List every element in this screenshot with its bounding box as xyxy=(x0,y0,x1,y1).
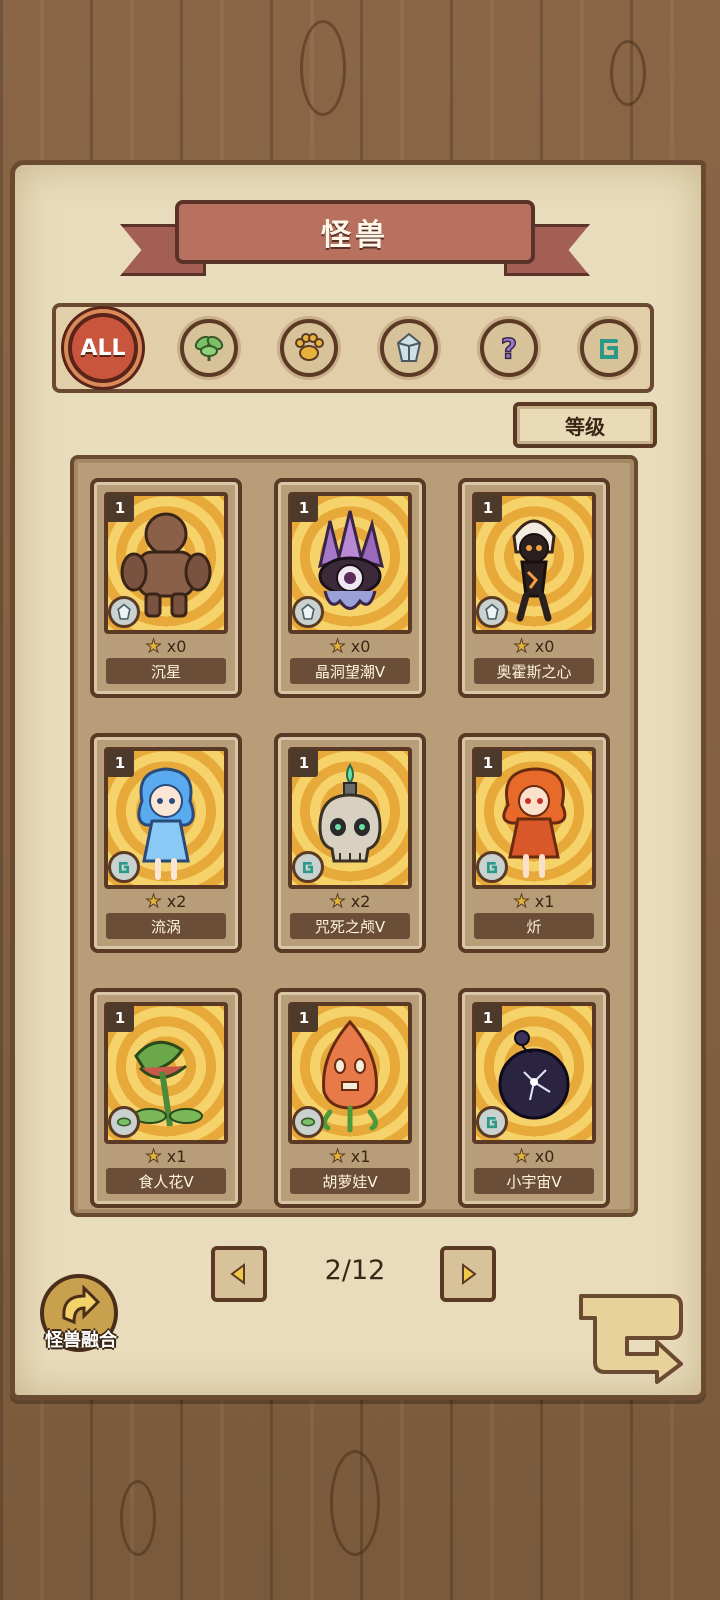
count-text: x0 xyxy=(166,637,187,656)
level-badge: 1 xyxy=(474,494,502,522)
star-count: ★ x1 xyxy=(278,1146,422,1168)
sort-label: 等级 xyxy=(565,414,605,439)
next-page-button[interactable] xyxy=(440,1246,496,1302)
crystal-icon xyxy=(476,596,508,628)
card-name: 炘 xyxy=(474,913,594,939)
card-name: 小宇宙V xyxy=(474,1168,594,1194)
wood-knot xyxy=(610,40,646,106)
banner-band: 怪兽 xyxy=(175,200,535,264)
chevron-left-icon xyxy=(230,1263,245,1285)
filter-crystal-button[interactable] xyxy=(380,319,438,377)
prev-page-button[interactable] xyxy=(211,1246,267,1302)
level-badge: 1 xyxy=(474,749,502,777)
count-text: x1 xyxy=(350,1147,371,1166)
count-text: x2 xyxy=(166,892,187,911)
star-icon: ★ xyxy=(513,1146,530,1168)
svg-text:?: ? xyxy=(501,332,517,365)
count-text: x0 xyxy=(534,1147,555,1166)
monster-card[interactable]: 1 ★ x0 沉星 xyxy=(90,478,242,698)
leaf-icon xyxy=(292,1106,324,1138)
fusion-label: 怪兽融合 xyxy=(45,1330,117,1351)
leaf-icon xyxy=(194,335,224,361)
question-icon: ? xyxy=(500,331,518,365)
spiral-icon xyxy=(292,851,324,883)
paw-icon xyxy=(295,333,324,361)
star-icon: ★ xyxy=(145,636,162,658)
star-count: ★ x0 xyxy=(278,636,422,658)
spiral-icon xyxy=(600,339,618,359)
count-text: x2 xyxy=(350,892,371,911)
level-badge: 1 xyxy=(290,494,318,522)
card-name: 食人花V xyxy=(106,1168,226,1194)
title-banner: 怪兽 xyxy=(120,192,590,292)
crystal-icon xyxy=(396,332,422,362)
level-badge: 1 xyxy=(474,1004,502,1032)
star-count: ★ x0 xyxy=(462,636,606,658)
star-count: ★ x0 xyxy=(462,1146,606,1168)
sort-level-button[interactable]: 等级 xyxy=(513,402,657,448)
star-count: ★ x1 xyxy=(94,1146,238,1168)
star-icon: ★ xyxy=(329,636,346,658)
count-text: x1 xyxy=(534,892,555,911)
back-button[interactable] xyxy=(575,1288,687,1384)
level-badge: 1 xyxy=(290,1004,318,1032)
wood-knot xyxy=(330,1450,380,1556)
star-icon: ★ xyxy=(329,891,346,913)
card-name: 胡萝娃V xyxy=(290,1168,410,1194)
chevron-right-icon xyxy=(462,1263,477,1285)
filter-beast-button[interactable] xyxy=(280,319,338,377)
leaf-icon xyxy=(108,1106,140,1138)
monster-card[interactable]: 1 ★ x0 奥霍斯之心 xyxy=(458,478,610,698)
monster-card[interactable]: 1 ★ x2 咒死之颅V xyxy=(274,733,426,953)
crystal-icon xyxy=(108,596,140,628)
card-name: 晶洞望潮V xyxy=(290,658,410,684)
return-arrow-icon xyxy=(579,1294,683,1384)
star-icon: ★ xyxy=(145,891,162,913)
star-icon: ★ xyxy=(513,891,530,913)
monster-card[interactable]: 1 ★ x1 食人花V xyxy=(90,988,242,1208)
spiral-icon xyxy=(108,851,140,883)
filter-all-label: ALL xyxy=(80,335,126,361)
spiral-icon xyxy=(476,851,508,883)
star-count: ★ x0 xyxy=(94,636,238,658)
star-icon: ★ xyxy=(513,636,530,658)
filter-bar: ALL ? xyxy=(52,303,654,393)
card-name: 咒死之颅V xyxy=(290,913,410,939)
star-icon: ★ xyxy=(145,1146,162,1168)
filter-all-button[interactable]: ALL xyxy=(68,313,138,383)
wood-knot xyxy=(300,20,346,116)
wood-knot xyxy=(120,1480,156,1556)
filter-mystic-button[interactable] xyxy=(580,319,638,377)
card-name: 沉星 xyxy=(106,658,226,684)
monster-card[interactable]: 1 ★ x0 小宇宙V xyxy=(458,988,610,1208)
spiral-icon xyxy=(476,1106,508,1138)
monster-card[interactable]: 1 ★ x2 流涡 xyxy=(90,733,242,953)
star-icon: ★ xyxy=(329,1146,346,1168)
card-name: 流涡 xyxy=(106,913,226,939)
level-badge: 1 xyxy=(106,494,134,522)
star-count: ★ x1 xyxy=(462,891,606,913)
count-text: x1 xyxy=(166,1147,187,1166)
filter-plant-button[interactable] xyxy=(180,319,238,377)
crystal-icon xyxy=(292,596,324,628)
monster-card[interactable]: 1 ★ x0 晶洞望潮V xyxy=(274,478,426,698)
count-text: x0 xyxy=(534,637,555,656)
count-text: x0 xyxy=(350,637,371,656)
star-count: ★ x2 xyxy=(94,891,238,913)
star-count: ★ x2 xyxy=(278,891,422,913)
level-badge: 1 xyxy=(106,1004,134,1032)
level-badge: 1 xyxy=(106,749,134,777)
page-indicator: 2/12 xyxy=(324,1255,386,1286)
level-badge: 1 xyxy=(290,749,318,777)
card-name: 奥霍斯之心 xyxy=(474,658,594,684)
monster-card[interactable]: 1 ★ x1 胡萝娃V xyxy=(274,988,426,1208)
monster-card[interactable]: 1 ★ x1 炘 xyxy=(458,733,610,953)
page-title: 怪兽 xyxy=(321,218,389,253)
filter-unknown-button[interactable]: ? xyxy=(480,319,538,377)
monster-fusion-button[interactable]: 怪兽融合 xyxy=(36,1270,126,1360)
